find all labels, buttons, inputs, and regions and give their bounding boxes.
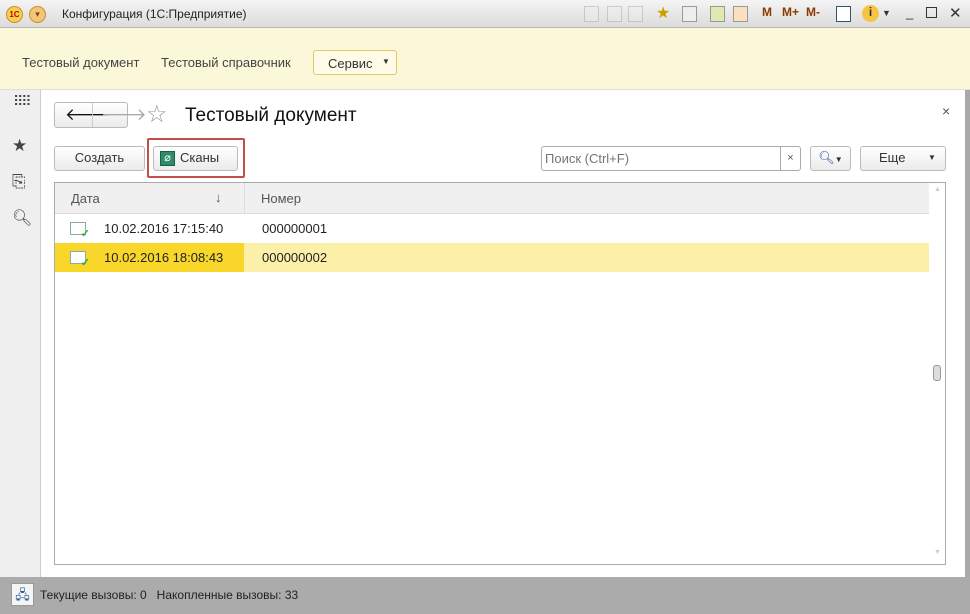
search-input[interactable] xyxy=(541,146,801,171)
table-row-selected[interactable]: 10.02.2016 18:08:43 000000002 xyxy=(55,243,929,272)
calendar-icon[interactable] xyxy=(733,6,748,22)
memory-plus-button[interactable]: M+ xyxy=(782,5,799,19)
scrollbar-thumb[interactable] xyxy=(933,365,941,381)
column-header-number[interactable]: Номер xyxy=(261,191,301,206)
search-icon[interactable]: 🔍︎ xyxy=(12,208,32,228)
scans-button[interactable]: ⌀ Сканы xyxy=(153,146,238,171)
search-options-button[interactable]: 🔍︎▼ xyxy=(810,146,851,171)
info-icon[interactable]: i xyxy=(862,5,879,22)
more-label: Еще xyxy=(879,150,906,165)
sort-arrow-icon[interactable]: ↓ xyxy=(215,190,222,205)
preview-icon[interactable] xyxy=(628,6,643,22)
chevron-down-icon: ▼ xyxy=(834,155,843,164)
close-form-icon[interactable]: × xyxy=(942,103,950,119)
server-calls-icon[interactable]: 🖧 xyxy=(11,583,34,606)
favorites-icon[interactable] xyxy=(682,6,697,22)
page-title: Тестовый документ xyxy=(185,105,357,126)
menu-item-test-catalog[interactable]: Тестовый справочник xyxy=(161,55,291,70)
posted-document-icon xyxy=(70,222,90,240)
chevron-down-icon: ▼ xyxy=(382,57,390,66)
service-menu-button[interactable]: Сервис ▼ xyxy=(313,50,397,75)
window-title: Конфигурация (1С:Предприятие) xyxy=(62,7,247,21)
sections-grid-icon[interactable]: ⠿⠿ xyxy=(13,94,31,108)
cell-date: 10.02.2016 17:15:40 xyxy=(104,221,224,236)
chevron-down-icon[interactable]: ▼ xyxy=(882,8,891,18)
column-header-date[interactable]: Дата xyxy=(71,191,100,206)
app-logo-icon[interactable]: 1C xyxy=(6,6,23,23)
main-menu-icon[interactable]: ▾ xyxy=(29,6,46,23)
close-window-icon[interactable]: ✕ xyxy=(949,4,962,22)
favorites-star-icon[interactable]: ★ xyxy=(12,136,27,156)
history-icon[interactable]: ⎘ xyxy=(12,172,26,192)
print-icon[interactable] xyxy=(607,6,622,22)
calculator-icon[interactable] xyxy=(710,6,725,22)
cell-number: 000000002 xyxy=(262,250,328,265)
more-button[interactable]: Еще ▼ xyxy=(860,146,946,171)
sidebar: ⠿⠿ ★ ⎘ 🔍︎ xyxy=(0,90,41,577)
table-header: Дата ↓ Номер xyxy=(55,183,929,214)
status-text: Текущие вызовы: 0 Накопленные вызовы: 33 xyxy=(40,588,299,602)
title-bar: 1C ▾ Конфигурация (1С:Предприятие) ★ M M… xyxy=(0,0,970,28)
search-icon: 🔍︎ xyxy=(818,150,835,165)
table-row[interactable]: 10.02.2016 17:15:40 000000001 xyxy=(55,214,929,243)
cell-number: 000000001 xyxy=(262,221,328,236)
search-clear-button[interactable]: × xyxy=(780,147,800,170)
create-button[interactable]: Создать xyxy=(54,146,145,171)
chevron-down-icon: ▼ xyxy=(928,153,936,162)
favorites-add-icon[interactable]: ★ xyxy=(656,3,670,23)
favorite-star-icon[interactable]: ☆ xyxy=(146,100,168,129)
save-icon[interactable] xyxy=(584,6,599,22)
status-bar: 🖧 Текущие вызовы: 0 Накопленные вызовы: … xyxy=(0,577,970,614)
scans-label: Сканы xyxy=(180,150,220,165)
menu-item-test-document[interactable]: Тестовый документ xyxy=(22,55,139,70)
posted-document-icon xyxy=(70,251,90,269)
maximize-icon[interactable] xyxy=(926,7,937,18)
memory-button[interactable]: M xyxy=(762,5,772,19)
service-label: Сервис xyxy=(328,56,373,71)
nav-buttons: 🡐 🡒 xyxy=(54,102,147,128)
vertical-scrollbar[interactable]: ▲ ▼ xyxy=(930,183,945,564)
memory-minus-button[interactable]: M- xyxy=(806,5,820,19)
panels-icon[interactable] xyxy=(836,6,851,22)
documents-table[interactable]: Дата ↓ Номер 10.02.2016 17:15:40 0000000… xyxy=(54,182,946,565)
paperclip-icon: ⌀ xyxy=(160,151,175,166)
sections-panel: Тестовый документ Тестовый справочник Се… xyxy=(0,28,970,90)
forward-arrow-icon[interactable]: 🡒 xyxy=(101,104,147,126)
cell-date: 10.02.2016 18:08:43 xyxy=(104,250,224,265)
minimize-icon[interactable]: _ xyxy=(906,5,913,20)
